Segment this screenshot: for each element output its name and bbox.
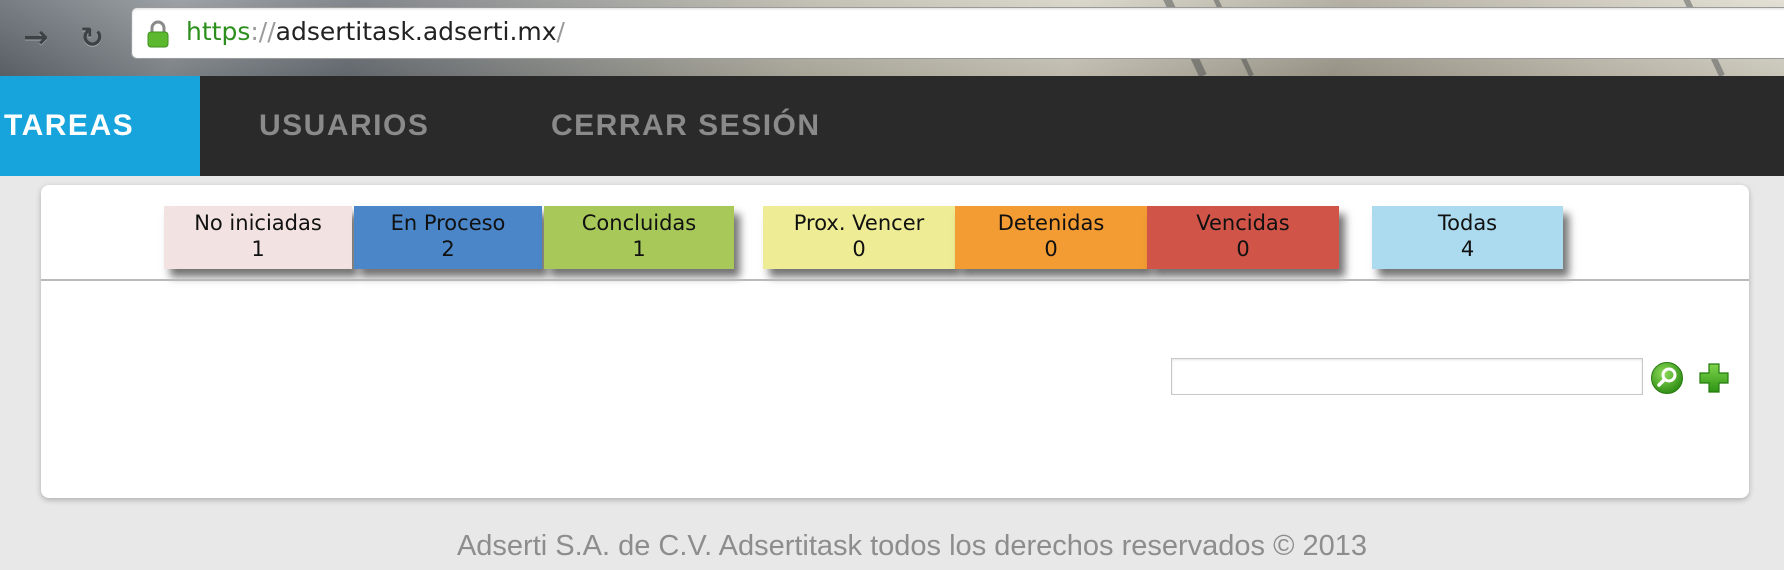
status-card-label: No iniciadas [194, 211, 322, 235]
status-card-vencidas[interactable]: Vencidas 0 [1147, 206, 1339, 269]
status-card-en-proceso[interactable]: En Proceso 2 [354, 206, 542, 269]
status-card-count: 1 [251, 237, 265, 261]
status-card-count: 1 [632, 237, 646, 261]
status-card-todas[interactable]: Todas 4 [1372, 206, 1563, 269]
status-card-label: En Proceso [390, 211, 506, 235]
back-arrow-icon[interactable]: → [18, 20, 54, 56]
status-card-prox-vencer[interactable]: Prox. Vencer 0 [763, 206, 955, 269]
status-card-count: 4 [1460, 237, 1475, 261]
status-card-label: Vencidas [1196, 211, 1290, 235]
tasks-panel: No iniciadas 1 En Proceso 2 Concluidas 1… [41, 185, 1749, 498]
url-separator: :// [250, 17, 276, 46]
status-card-label: Prox. Vencer [793, 211, 925, 235]
address-bar[interactable]: https://adsertitask.adserti.mx/ [131, 7, 1784, 59]
lock-icon [147, 20, 169, 48]
browser-toolbar: → ↻ https://adsertitask.adserti.mx/ [0, 0, 1784, 76]
status-card-count: 0 [1044, 237, 1058, 261]
status-card-count: 2 [441, 237, 455, 261]
nav-tab-usuarios[interactable]: USUARIOS [259, 76, 429, 176]
reload-icon[interactable]: ↻ [74, 20, 110, 56]
search-input[interactable] [1171, 358, 1643, 395]
status-card-no-iniciadas[interactable]: No iniciadas 1 [164, 206, 352, 269]
plus-icon[interactable] [1697, 361, 1731, 395]
divider [41, 279, 1749, 281]
status-card-concluidas[interactable]: Concluidas 1 [544, 206, 734, 269]
url-host: adsertitask.adserti.mx [275, 17, 557, 46]
search-icon[interactable] [1650, 361, 1684, 395]
nav-tab-cerrar-sesion[interactable]: CERRAR SESIÓN [551, 76, 821, 176]
status-card-count: 0 [852, 237, 866, 261]
status-card-label: Todas [1437, 211, 1498, 235]
url-scheme: https [186, 17, 251, 46]
status-card-label: Detenidas [997, 211, 1105, 235]
status-card-count: 0 [1236, 237, 1250, 261]
footer-text: Adserti S.A. de C.V. Adsertitask todos l… [456, 530, 1368, 562]
status-card-detenidas[interactable]: Detenidas 0 [955, 206, 1147, 269]
status-card-label: Concluidas [581, 211, 697, 235]
url-path: / [556, 17, 565, 46]
nav-tab-tareas[interactable]: TAREAS [0, 76, 200, 176]
main-navigation: TAREAS USUARIOS CERRAR SESIÓN [0, 76, 1784, 176]
url-text: https://adsertitask.adserti.mx/ [186, 17, 565, 46]
